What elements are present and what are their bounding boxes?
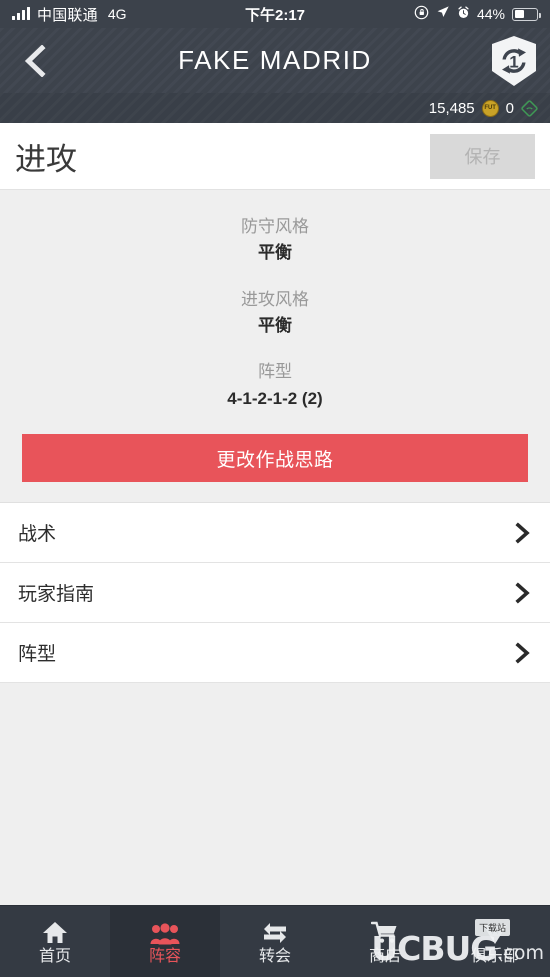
rotation-lock-icon <box>414 5 429 24</box>
club-crest-icon <box>481 919 509 945</box>
summary-label: 防守风格 <box>241 217 309 236</box>
battery-percent: 44% <box>476 6 505 22</box>
signal-bars-icon <box>12 7 30 20</box>
cta-container: 更改作战思路 <box>0 420 550 502</box>
svg-text:1: 1 <box>509 52 518 71</box>
point-amount: 0 <box>505 99 514 117</box>
status-bar-right: 44% <box>414 5 541 24</box>
squad-people-icon <box>150 919 180 945</box>
list-item-player-instructions[interactable]: 玩家指南 <box>0 563 550 624</box>
summary-value: 平衡 <box>258 316 292 336</box>
change-tactics-button[interactable]: 更改作战思路 <box>22 434 528 483</box>
carrier-name: 中国联通 <box>37 6 98 24</box>
summary-value: 平衡 <box>258 243 292 263</box>
alarm-clock-icon <box>457 5 470 23</box>
coin-amount: 15,485 <box>428 99 475 117</box>
back-chevron-icon <box>22 44 48 77</box>
back-button[interactable] <box>0 28 70 93</box>
currency-bar: 15,485 FUT 0 <box>0 93 550 123</box>
settings-list: 战术 玩家指南 阵型 <box>0 502 550 684</box>
summary-item: 进攻风格 平衡 <box>0 287 550 340</box>
nav-item-squad[interactable]: 阵容 <box>110 906 220 977</box>
nav-label: 转会 <box>258 947 291 965</box>
app-header: FAKE MADRID 1 <box>0 28 550 93</box>
squad-refresh-badge-icon[interactable]: 1 <box>490 35 538 87</box>
status-bar-left: 中国联通 4G <box>12 4 127 25</box>
nav-item-club[interactable]: 俱乐部 <box>440 906 550 977</box>
list-item-tactics[interactable]: 战术 <box>0 503 550 564</box>
save-button[interactable]: 保存 <box>430 133 535 179</box>
main-content: 防守风格 平衡 进攻风格 平衡 阵型 4-1-2-1-2 (2) 更改作战思路 … <box>0 190 550 905</box>
app-root: 中国联通 4G 下午2:17 44% FAKE MADRID 1 15,485 … <box>0 0 550 977</box>
summary-item: 防守风格 平衡 <box>0 214 550 267</box>
status-bar: 中国联通 4G 下午2:17 44% <box>0 0 550 28</box>
nav-label: 阵容 <box>148 947 181 965</box>
summary-label: 进攻风格 <box>241 289 309 309</box>
chevron-right-icon <box>514 641 532 665</box>
fifa-point-diamond-icon <box>521 99 538 117</box>
location-arrow-icon <box>436 5 450 23</box>
list-item-label: 玩家指南 <box>18 584 95 606</box>
list-item-label: 阵型 <box>18 644 57 666</box>
summary-item: 阵型 4-1-2-1-2 (2) <box>0 359 550 412</box>
list-item-label: 战术 <box>18 524 57 546</box>
nav-item-home[interactable]: 首页 <box>0 906 110 977</box>
page-title-row: 进攻 保存 <box>0 123 550 190</box>
nav-label: 俱乐部 <box>470 947 519 965</box>
chevron-right-icon <box>514 581 532 605</box>
nav-label: 商店 <box>368 947 401 965</box>
summary-label: 阵型 <box>258 362 292 382</box>
tactics-summary: 防守风格 平衡 进攻风格 平衡 阵型 4-1-2-1-2 (2) <box>0 190 550 420</box>
home-icon <box>42 919 68 945</box>
list-item-formation[interactable]: 阵型 <box>0 623 550 684</box>
summary-value: 4-1-2-1-2 (2) <box>227 388 323 408</box>
chevron-right-icon <box>514 521 532 545</box>
transfer-arrows-icon <box>260 919 290 945</box>
page-header-title: FAKE MADRID <box>178 45 372 75</box>
nav-item-transfers[interactable]: 转会 <box>220 906 330 977</box>
bottom-navigation: 首页 阵容 转会 商店 俱乐部 <box>0 905 550 977</box>
network-type: 4G <box>107 6 127 22</box>
shopping-cart-icon <box>371 919 399 945</box>
fut-coin-icon: FUT <box>481 99 499 117</box>
battery-icon <box>512 7 541 21</box>
page-title: 进攻 <box>15 141 77 177</box>
nav-label: 首页 <box>38 947 71 965</box>
nav-item-store[interactable]: 商店 <box>330 906 440 977</box>
